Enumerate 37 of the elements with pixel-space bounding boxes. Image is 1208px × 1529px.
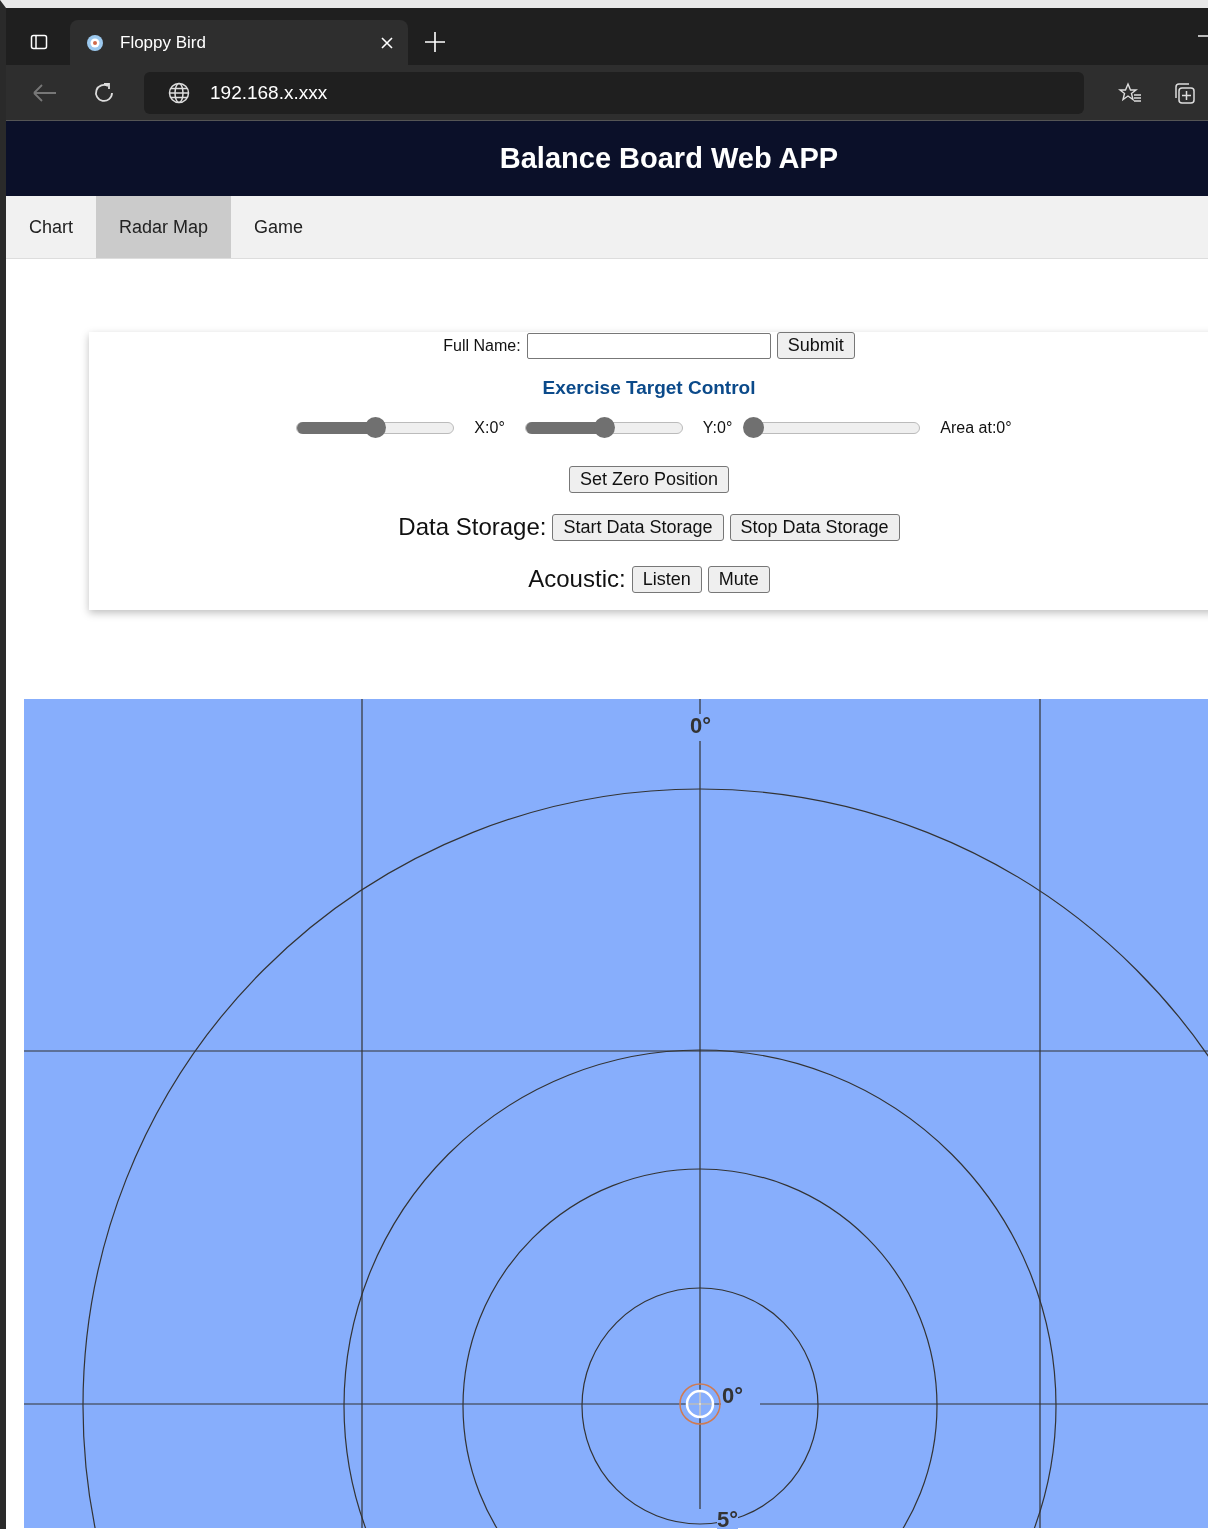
name-input-field[interactable] xyxy=(526,332,771,359)
nav-tab[interactable]: Chart xyxy=(6,196,96,258)
storage-button[interactable]: Stop Data Storage xyxy=(729,513,900,541)
slider-label: X:0° xyxy=(474,418,505,437)
nav-tab[interactable]: Game xyxy=(231,196,327,258)
section-title: Exercise Target Control xyxy=(542,377,756,399)
globe-icon xyxy=(168,81,190,104)
slider-thumb[interactable] xyxy=(743,416,765,438)
address-bar[interactable]: 192.168.x.xxx xyxy=(144,71,1084,114)
submit-button[interactable]: Submit xyxy=(776,332,855,359)
degree-label: 0° xyxy=(690,713,712,739)
new-tab-icon[interactable] xyxy=(424,31,446,53)
slider-label: Area at:0° xyxy=(940,418,1012,437)
crosshair-marker-icon xyxy=(679,1383,721,1425)
tab-title: Floppy Bird xyxy=(120,32,207,53)
url-text: 192.168.x.xxx xyxy=(210,81,328,104)
slider-thumb[interactable] xyxy=(593,416,615,438)
tab-list-icon[interactable] xyxy=(30,33,48,51)
favorites-star-icon[interactable] xyxy=(1118,81,1142,104)
slider-thumb[interactable] xyxy=(365,416,387,438)
acoustic-button[interactable]: Listen xyxy=(631,565,702,593)
set-zero-button[interactable]: Set Zero Position xyxy=(568,466,730,493)
minimize-icon[interactable] xyxy=(1198,34,1208,38)
close-icon[interactable] xyxy=(380,35,394,50)
acoustic-button[interactable]: Mute xyxy=(707,565,770,593)
field-label: Full Name: xyxy=(443,336,521,355)
storage-label: Data Storage: xyxy=(398,513,547,541)
reload-icon[interactable] xyxy=(92,80,116,105)
collections-icon[interactable] xyxy=(1172,80,1196,105)
acoustic-label: Acoustic: xyxy=(528,565,626,593)
slider-label: Y:0° xyxy=(702,418,733,437)
nav-tab[interactable]: Radar Map xyxy=(96,196,232,258)
browser-tab[interactable]: Floppy Bird xyxy=(70,20,408,65)
back-icon[interactable] xyxy=(32,82,58,103)
app-title: Balance Board Web APP xyxy=(498,142,839,175)
storage-button[interactable]: Start Data Storage xyxy=(552,513,724,541)
favicon-icon xyxy=(86,33,104,52)
